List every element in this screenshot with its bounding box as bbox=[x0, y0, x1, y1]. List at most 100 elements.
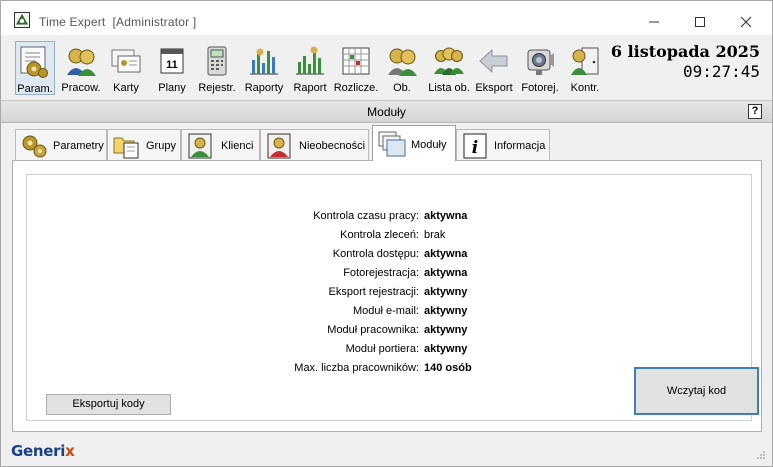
module-value: aktywna bbox=[424, 210, 468, 222]
tab-label: Klienci bbox=[221, 140, 254, 152]
people-icon bbox=[388, 48, 417, 76]
info-icon: i bbox=[463, 133, 487, 159]
tab-label: Nieobecności bbox=[299, 140, 366, 152]
toolbar-label: Param. bbox=[17, 83, 53, 95]
module-row: Moduł pracownika: aktywny bbox=[27, 322, 753, 341]
toolbar-item-param[interactable]: Param. bbox=[15, 41, 55, 95]
toolbar-item-eksport[interactable]: Eksport bbox=[475, 41, 513, 95]
toolbar-item-lista-ob[interactable]: Lista ob. bbox=[428, 41, 470, 95]
status-bar: Generix bbox=[1, 436, 772, 466]
tab-label: Grupy bbox=[146, 140, 176, 152]
tab-nieobecnosci[interactable]: Nieobecności bbox=[260, 129, 369, 160]
tab-parametry[interactable]: Parametry bbox=[15, 129, 107, 160]
folder-document-icon bbox=[113, 137, 139, 159]
module-row: Kontrola zleceń: brak bbox=[27, 227, 753, 246]
toolbar-label: Fotorej. bbox=[521, 82, 559, 94]
clock-time: 09:27:45 bbox=[682, 62, 760, 81]
tab-moduly[interactable]: Moduły bbox=[372, 125, 456, 161]
people-icon bbox=[67, 48, 96, 76]
module-label: Kontrola czasu pracy: bbox=[313, 210, 419, 222]
tab-klienci[interactable]: Klienci bbox=[181, 129, 260, 160]
gears-icon bbox=[22, 135, 47, 158]
toolbar-item-karty[interactable]: Karty bbox=[108, 41, 144, 95]
toolbar-label: Pracow. bbox=[61, 82, 101, 94]
toolbar-item-raporty[interactable]: Raporty bbox=[245, 41, 283, 95]
tab-label: Informacja bbox=[494, 140, 546, 152]
module-row: Kontrola dostępu: aktywna bbox=[27, 246, 753, 265]
app-logo-icon bbox=[14, 12, 30, 28]
module-label: Fotorejestracja: bbox=[343, 267, 419, 279]
close-button[interactable] bbox=[723, 7, 769, 37]
module-value: aktywna bbox=[424, 267, 468, 279]
person-red-icon bbox=[267, 133, 291, 159]
main-toolbar: Param. Pracow. Karty 11 Plany Rejestr. R… bbox=[1, 35, 772, 97]
module-label: Kontrola dostępu: bbox=[332, 248, 419, 260]
close-icon bbox=[740, 16, 752, 28]
toolbar-item-ob[interactable]: Ob. bbox=[385, 41, 419, 95]
terminal-icon bbox=[207, 46, 227, 76]
toolbar-label: Rejestr. bbox=[198, 82, 236, 94]
toolbar-item-fotorej[interactable]: Fotorej. bbox=[521, 41, 559, 95]
maximize-button[interactable] bbox=[677, 7, 723, 37]
section-header: Moduły ? bbox=[1, 100, 772, 123]
gears-icon bbox=[20, 46, 48, 78]
door-person-icon bbox=[571, 47, 599, 75]
toolbar-item-rejestr[interactable]: Rejestr. bbox=[198, 41, 236, 95]
module-row: Fotorejestracja: aktywna bbox=[27, 265, 753, 284]
person-portrait-icon bbox=[188, 133, 212, 159]
module-row: Kontrola czasu pracy: aktywna bbox=[27, 208, 753, 227]
window-title: Time Expert [Administrator ] bbox=[39, 15, 197, 29]
minimize-button[interactable] bbox=[631, 7, 677, 37]
minimize-icon bbox=[649, 21, 659, 23]
tab-grupy[interactable]: Grupy bbox=[107, 129, 181, 160]
windows-stack-icon bbox=[378, 131, 406, 157]
maximize-icon bbox=[695, 17, 705, 27]
toolbar-label: Lista ob. bbox=[428, 82, 470, 94]
toolbar-label: Kontr. bbox=[570, 82, 600, 94]
svg-text:i: i bbox=[472, 138, 478, 158]
toolbar-item-plany[interactable]: 11 Plany bbox=[154, 41, 190, 95]
module-label: Eksport rejestracji: bbox=[328, 286, 419, 298]
toolbar-item-raport[interactable]: Raport bbox=[292, 41, 328, 95]
svg-text:11: 11 bbox=[166, 59, 178, 71]
module-value: aktywna bbox=[424, 248, 468, 260]
toolbar-item-pracow[interactable]: Pracow. bbox=[61, 41, 101, 95]
tab-label: Moduły bbox=[411, 139, 447, 151]
id-cards-icon bbox=[111, 49, 141, 73]
camera-icon bbox=[527, 49, 554, 75]
calendar-icon: 11 bbox=[160, 48, 184, 74]
module-row: Moduł portiera: aktywny bbox=[27, 341, 753, 360]
module-value: brak bbox=[424, 229, 446, 241]
help-button[interactable]: ? bbox=[748, 104, 762, 119]
clock-date: 6 listopada 2025 bbox=[610, 42, 760, 61]
toolbar-item-kontr[interactable]: Kontr. bbox=[567, 41, 603, 95]
clock-display: 6 listopada 2025 09:27:45 bbox=[611, 42, 760, 81]
app-window: Time Expert [Administrator ] Param. Prac… bbox=[0, 0, 773, 467]
grid-sheet-icon bbox=[342, 47, 370, 75]
tab-panel: Kontrola czasu pracy: aktywna Kontrola z… bbox=[12, 160, 762, 432]
module-label: Moduł e-mail: bbox=[352, 305, 419, 317]
module-label: Kontrola zleceń: bbox=[340, 229, 419, 241]
module-label: Moduł pracownika: bbox=[327, 324, 419, 336]
resize-grip-icon[interactable] bbox=[756, 450, 766, 460]
toolbar-label: Raport bbox=[293, 82, 327, 94]
export-codes-button[interactable]: Eksportuj kody bbox=[46, 394, 171, 415]
toolbar-label: Rozlicze. bbox=[333, 82, 379, 94]
generix-logo: Generix bbox=[11, 442, 75, 460]
section-title: Moduły bbox=[367, 105, 406, 119]
module-value: aktywny bbox=[424, 343, 468, 355]
module-value: aktywny bbox=[424, 324, 468, 336]
module-label: Max. liczba pracowników: bbox=[294, 362, 419, 374]
title-bar[interactable]: Time Expert [Administrator ] bbox=[1, 1, 772, 35]
group-icon bbox=[434, 47, 464, 75]
toolbar-label: Eksport bbox=[475, 82, 513, 94]
toolbar-label: Ob. bbox=[393, 82, 411, 94]
module-value: aktywny bbox=[424, 286, 468, 298]
toolbar-item-rozlicze[interactable]: Rozlicze. bbox=[334, 41, 378, 95]
toolbar-label: Plany bbox=[158, 82, 186, 94]
tab-informacja[interactable]: i Informacja bbox=[456, 129, 550, 160]
modules-panel: Kontrola czasu pracy: aktywna Kontrola z… bbox=[26, 174, 759, 421]
toolbar-label: Karty bbox=[113, 82, 139, 94]
load-code-button[interactable]: Wczytaj kod bbox=[634, 367, 759, 415]
tab-label: Parametry bbox=[53, 140, 104, 152]
